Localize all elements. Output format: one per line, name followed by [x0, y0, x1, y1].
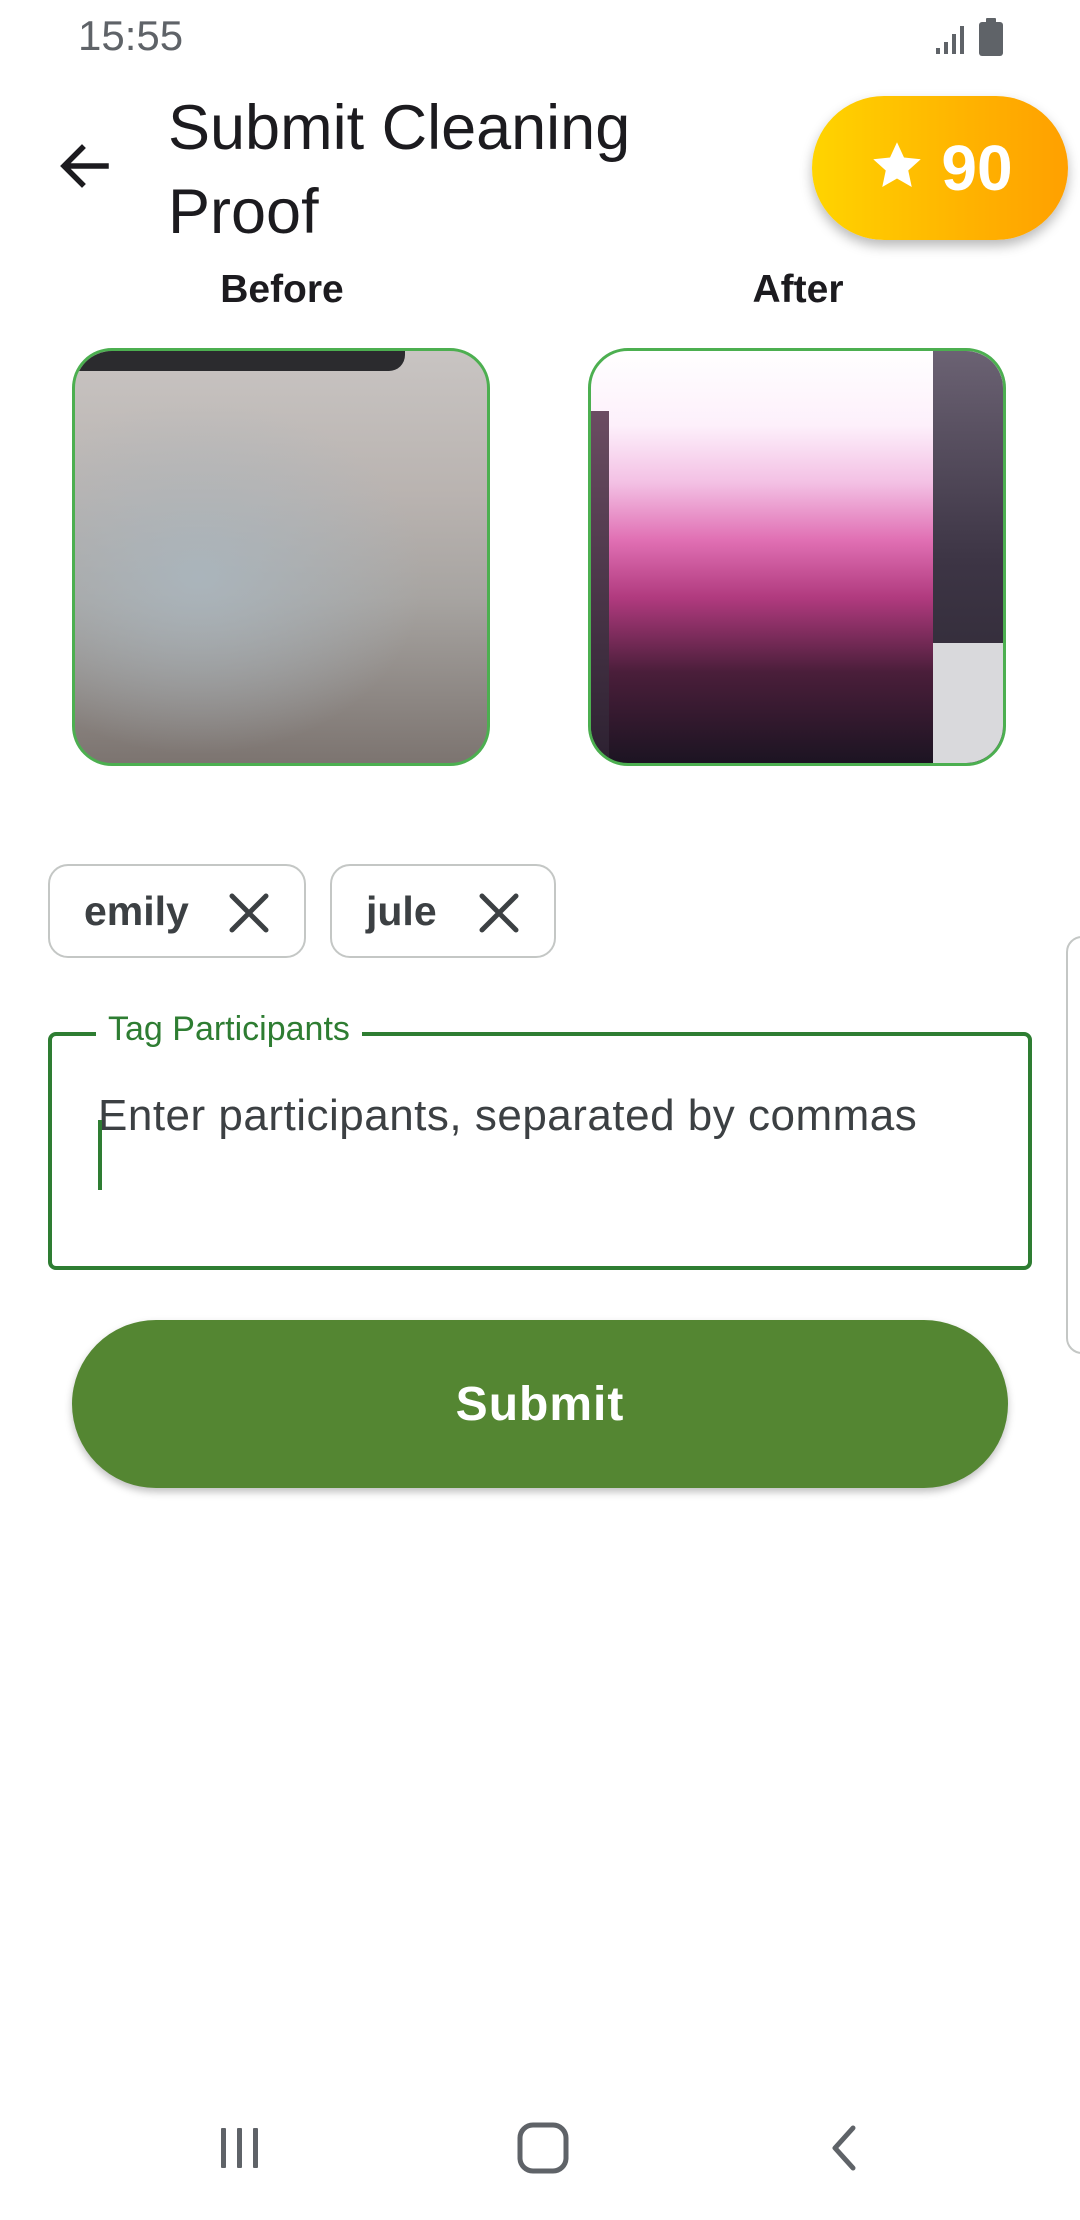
photo-detail	[75, 351, 405, 371]
status-bar: 15:55	[0, 0, 1080, 72]
edge-panel-handle[interactable]	[1066, 936, 1080, 1354]
points-badge[interactable]: 90	[812, 96, 1068, 240]
chip-label: jule	[366, 887, 437, 934]
tag-participants-input[interactable]: Tag Participants Enter participants, sep…	[48, 1010, 1032, 1270]
before-photo[interactable]	[72, 348, 490, 766]
navigation-bar	[0, 2080, 1080, 2220]
before-label: Before	[220, 268, 344, 311]
home-icon	[516, 2121, 570, 2180]
recent-apps-button[interactable]	[190, 2100, 290, 2200]
submit-button[interactable]: Submit	[72, 1320, 1008, 1488]
close-icon[interactable]	[478, 892, 520, 934]
photo-detail	[591, 411, 609, 763]
arrow-left-icon	[56, 138, 112, 199]
signal-icon	[934, 22, 968, 61]
battery-icon	[978, 18, 1004, 61]
nav-back-button[interactable]	[796, 2100, 896, 2200]
participant-chip[interactable]: jule	[330, 864, 556, 958]
participant-chip[interactable]: emily	[48, 864, 306, 958]
chip-label: emily	[84, 887, 189, 934]
status-time: 15:55	[78, 12, 184, 59]
after-label: After	[752, 268, 844, 311]
back-button[interactable]	[44, 128, 124, 208]
field-label: Tag Participants	[96, 1010, 362, 1049]
field-placeholder: Enter participants, separated by commas	[98, 1091, 918, 1140]
points-value: 90	[941, 132, 1013, 204]
back-icon	[821, 2123, 871, 2178]
close-icon[interactable]	[228, 892, 270, 934]
star-icon	[867, 136, 927, 201]
submit-label: Submit	[455, 1377, 625, 1431]
text-cursor	[98, 1120, 102, 1190]
home-button[interactable]	[493, 2100, 593, 2200]
status-icons	[934, 18, 1004, 61]
page-title: Submit Cleaning Proof	[168, 93, 631, 247]
after-photo[interactable]	[588, 348, 1006, 766]
photo-detail	[933, 643, 1003, 763]
recent-apps-icon	[215, 2123, 265, 2178]
